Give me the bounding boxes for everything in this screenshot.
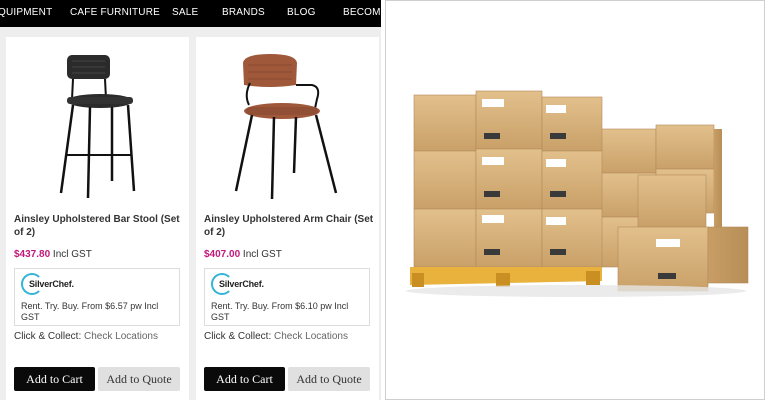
- product-price: $437.80: [14, 249, 51, 260]
- product-card-bar-stool: Ainsley Upholstered Bar Stool (Set of 2)…: [6, 37, 189, 400]
- price-row: $437.80 Incl GST: [14, 249, 92, 260]
- top-nav: QUIPMENT CAFE FURNITURE SALE BRANDS BLOG…: [0, 0, 381, 27]
- arm-chair-image[interactable]: [196, 43, 379, 203]
- screenshot-canvas: QUIPMENT CAFE FURNITURE SALE BRANDS BLOG…: [0, 0, 765, 400]
- silverchef-box[interactable]: SilverChef. Rent. Try. Buy. From $6.10 p…: [204, 268, 370, 326]
- silverchef-text: Rent. Try. Buy. From $6.10 pw Incl GST: [211, 301, 349, 322]
- nav-item-equipment[interactable]: QUIPMENT: [0, 7, 52, 18]
- nav-item-blog[interactable]: BLOG: [287, 7, 316, 18]
- silverchef-logo-text: SilverChef.: [29, 279, 74, 289]
- nav-item-become[interactable]: BECOME: [343, 7, 381, 18]
- silverchef-box[interactable]: SilverChef. Rent. Try. Buy. From $6.57 p…: [14, 268, 180, 326]
- product-price: $407.00: [204, 249, 241, 260]
- check-locations-link[interactable]: Check Locations: [84, 331, 158, 342]
- shop-panel: QUIPMENT CAFE FURNITURE SALE BRANDS BLOG…: [0, 0, 381, 400]
- bar-stool-image[interactable]: [6, 43, 189, 203]
- silverchef-logo: SilverChef.: [211, 273, 281, 299]
- add-to-quote-button[interactable]: Add to Quote: [288, 367, 370, 391]
- boxes-panel: [385, 0, 765, 400]
- price-row: $407.00 Incl GST: [204, 249, 282, 260]
- cardboard-boxes-image: [406, 90, 749, 297]
- price-suffix: Incl GST: [240, 249, 282, 260]
- nav-item-cafe-furniture[interactable]: CAFE FURNITURE: [70, 7, 160, 18]
- product-title[interactable]: Ainsley Upholstered Arm Chair (Set of 2): [204, 213, 374, 239]
- silverchef-text: Rent. Try. Buy. From $6.57 pw Incl GST: [21, 301, 159, 322]
- nav-item-sale[interactable]: SALE: [172, 7, 198, 18]
- click-collect-label: Click & Collect:: [14, 331, 85, 342]
- nav-item-brands[interactable]: BRANDS: [222, 7, 265, 18]
- wooden-pallet: [410, 267, 602, 287]
- add-to-cart-button[interactable]: Add to Cart: [14, 367, 95, 391]
- product-card-arm-chair: Ainsley Upholstered Arm Chair (Set of 2)…: [196, 37, 379, 400]
- silverchef-logo-text: SilverChef.: [219, 279, 264, 289]
- click-collect-label: Click & Collect:: [204, 331, 275, 342]
- add-to-cart-button[interactable]: Add to Cart: [204, 367, 285, 391]
- silverchef-logo: SilverChef.: [21, 273, 91, 299]
- check-locations-link[interactable]: Check Locations: [274, 331, 348, 342]
- add-to-quote-button[interactable]: Add to Quote: [98, 367, 180, 391]
- click-collect: Click & Collect: Check Locations: [14, 331, 158, 342]
- price-suffix: Incl GST: [50, 249, 92, 260]
- click-collect: Click & Collect: Check Locations: [204, 331, 348, 342]
- product-title[interactable]: Ainsley Upholstered Bar Stool (Set of 2): [14, 213, 184, 239]
- main-stack: [413, 90, 603, 268]
